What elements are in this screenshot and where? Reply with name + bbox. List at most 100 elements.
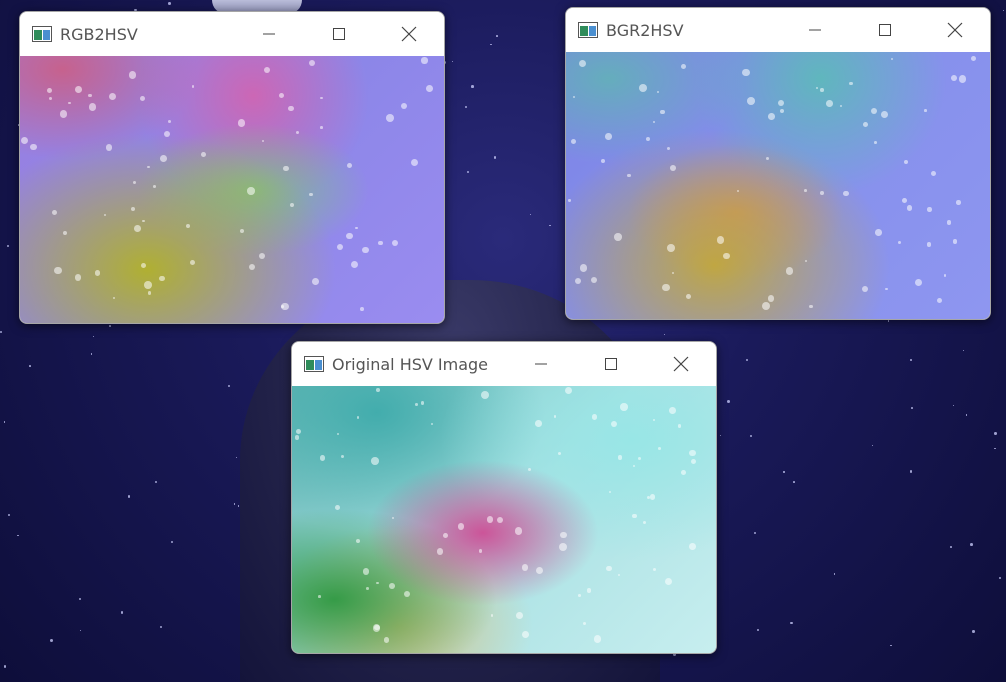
close-icon: [401, 26, 417, 42]
droplet: [804, 259, 807, 262]
star: [790, 622, 793, 625]
droplet: [415, 402, 418, 406]
window-titlebar[interactable]: BGR2HSV: [566, 8, 990, 52]
droplet: [586, 588, 592, 594]
droplet: [578, 59, 586, 67]
droplet: [779, 108, 784, 114]
droplet: [68, 101, 71, 105]
droplet: [247, 187, 255, 195]
droplet: [809, 304, 813, 309]
droplet: [557, 452, 562, 456]
droplet: [766, 156, 770, 160]
droplet: [294, 435, 300, 440]
droplet: [680, 470, 686, 475]
maximize-button[interactable]: [850, 8, 920, 52]
window-title: Original HSV Image: [332, 354, 489, 374]
minimize-button[interactable]: [780, 8, 850, 52]
droplet: [956, 200, 961, 205]
droplet: [936, 298, 943, 304]
star: [495, 35, 498, 37]
droplet: [386, 114, 395, 123]
star: [663, 334, 665, 336]
star: [549, 224, 551, 226]
maximize-button[interactable]: [304, 12, 374, 56]
minimize-button[interactable]: [506, 342, 576, 386]
star: [464, 106, 467, 109]
droplet: [761, 301, 770, 310]
droplet: [560, 531, 567, 539]
droplet: [742, 69, 750, 77]
droplet: [649, 494, 656, 500]
droplet: [289, 202, 294, 207]
star: [1002, 9, 1004, 11]
droplet: [767, 295, 775, 302]
droplet: [362, 568, 370, 575]
droplet: [527, 467, 532, 472]
droplet: [334, 505, 340, 511]
droplet: [59, 110, 68, 118]
droplet: [383, 637, 390, 644]
droplet: [411, 158, 419, 166]
droplet: [600, 158, 605, 163]
droplet: [591, 413, 598, 420]
image-window-icon: [304, 356, 324, 372]
close-button[interactable]: [920, 8, 990, 52]
star: [50, 638, 54, 642]
droplet: [239, 228, 245, 234]
droplet: [54, 266, 62, 275]
minimize-button[interactable]: [234, 12, 304, 56]
droplet: [147, 291, 152, 295]
original-hsv-window[interactable]: Original HSV Image: [291, 341, 717, 654]
original-image-canvas: [292, 386, 716, 653]
droplet: [690, 458, 696, 464]
window-titlebar[interactable]: RGB2HSV: [20, 12, 444, 56]
droplet: [189, 260, 195, 266]
star: [872, 445, 874, 446]
droplet: [296, 131, 300, 135]
star: [890, 644, 893, 647]
droplet: [778, 99, 785, 106]
close-button[interactable]: [646, 342, 716, 386]
droplet: [849, 81, 853, 86]
droplet: [163, 130, 171, 138]
droplet: [638, 83, 647, 92]
close-button[interactable]: [374, 12, 444, 56]
bgr2hsv-window[interactable]: BGR2HSV: [565, 7, 991, 320]
droplet: [677, 424, 682, 428]
droplet: [141, 262, 147, 268]
star: [79, 629, 82, 632]
droplet: [139, 95, 146, 102]
droplet: [258, 252, 266, 260]
droplet: [147, 165, 151, 169]
droplet: [105, 144, 113, 151]
droplet: [658, 446, 661, 450]
droplet: [426, 85, 434, 92]
droplet: [874, 140, 878, 144]
droplet: [281, 302, 289, 311]
droplet: [672, 272, 675, 275]
droplet: [317, 595, 321, 598]
droplet: [88, 93, 92, 98]
window-title: RGB2HSV: [60, 24, 138, 44]
droplet: [952, 239, 958, 244]
droplet: [261, 139, 265, 143]
droplet: [620, 403, 628, 411]
maximize-button[interactable]: [576, 342, 646, 386]
window-titlebar[interactable]: Original HSV Image: [292, 342, 716, 386]
droplet: [62, 231, 67, 236]
droplet: [521, 631, 529, 639]
droplet: [514, 527, 523, 535]
droplet: [108, 93, 117, 101]
droplet: [356, 416, 360, 419]
droplet: [74, 274, 81, 281]
droplet: [608, 490, 611, 493]
star: [911, 407, 914, 410]
droplet: [667, 244, 675, 252]
droplet: [496, 517, 503, 524]
close-icon: [947, 22, 963, 38]
droplet: [362, 246, 369, 254]
droplet: [951, 74, 957, 81]
rgb2hsv-window[interactable]: RGB2HSV: [19, 11, 445, 324]
hsv-image-canvas: [566, 52, 990, 319]
droplet: [263, 67, 271, 74]
